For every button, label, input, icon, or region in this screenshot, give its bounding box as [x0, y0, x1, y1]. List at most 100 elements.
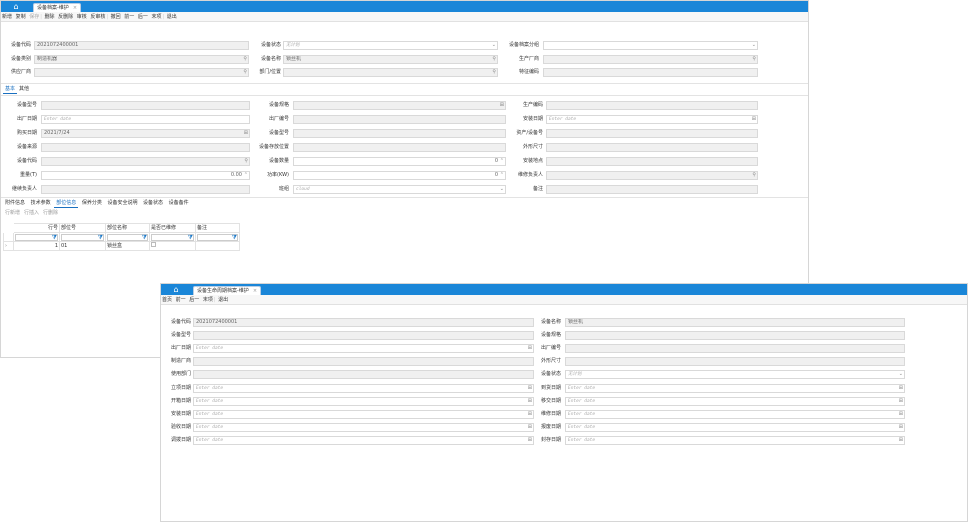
unapprove-button[interactable]: 反审核 [89, 12, 106, 21]
tab-other[interactable]: 其他 [17, 86, 31, 93]
basic-field-input[interactable] [546, 185, 758, 194]
filter-input[interactable]: ⧩ [151, 233, 194, 241]
equipment-code-input[interactable]: 2021072400001 [34, 41, 249, 50]
row-insert-button[interactable]: 行插入 [22, 210, 41, 217]
tab-equipment-archive[interactable]: 设备档案-维护 × [33, 3, 82, 12]
date-input[interactable]: Enter date ⊞ [193, 384, 534, 393]
feature-code-input[interactable] [543, 68, 758, 77]
basic-field-input[interactable]: ⊞ [293, 101, 506, 110]
row-delete-button[interactable]: 行删除 [41, 210, 60, 217]
table-row[interactable]: › 1 01 锁丝盒 [3, 241, 240, 251]
date-input[interactable]: Enter date ⊞ [193, 397, 534, 406]
exit-button[interactable]: 退出 [217, 295, 229, 304]
archive-group-select[interactable]: ⌄ [543, 41, 758, 50]
column-header[interactable]: 部位名称 [105, 223, 150, 233]
column-header[interactable]: 行号 [13, 223, 60, 233]
basic-field-input[interactable] [41, 101, 250, 110]
tab-basic[interactable]: 基本 [3, 86, 18, 94]
basic-field-input[interactable]: 0 ⌃ [293, 171, 506, 180]
date-input[interactable]: Enter date ⊞ [565, 410, 905, 419]
search-icon: ⚲ [492, 56, 496, 62]
equipment-category-input[interactable]: 制造机器 ⚲ [34, 55, 249, 64]
save-button[interactable]: 保存 [28, 12, 40, 21]
toolbar: 新增 复制 保存| 删除 反删除 审核 反审核| 撤回 前一 后一 末项| 退出 [1, 12, 808, 22]
last-button[interactable]: 末项 [150, 12, 162, 21]
lifecycle-field-input[interactable] [565, 331, 905, 340]
date-input[interactable]: Enter date ⊞ [565, 384, 905, 393]
date-input[interactable]: Enter date ⊞ [193, 410, 534, 419]
filter-input[interactable]: ⧩ [61, 233, 104, 241]
tab-parts[interactable]: 部位信息 [54, 200, 79, 208]
basic-field-input[interactable]: ⚲ [546, 171, 758, 180]
first-button[interactable]: 首页 [161, 295, 173, 304]
column-header[interactable]: 是否已维修 [149, 223, 196, 233]
row-add-button[interactable]: 行新增 [3, 210, 22, 217]
basic-field-input[interactable]: 0.00 ⌃ [41, 171, 250, 180]
prev-button[interactable]: 前一 [123, 12, 135, 21]
basic-field-input[interactable] [293, 143, 506, 152]
basic-field-input[interactable]: 0 ⌃ [293, 157, 506, 166]
basic-field-input[interactable]: cloud ⌄ [293, 185, 506, 194]
lifecycle-field-input[interactable] [193, 370, 534, 379]
tab-lifecycle-archive[interactable]: 设备生命周期档案-维护 × [193, 286, 262, 295]
department-input[interactable]: ⚲ [283, 68, 498, 77]
date-input[interactable]: Enter date ⊞ [565, 436, 905, 445]
date-input[interactable]: Enter date ⊞ [565, 423, 905, 432]
basic-field-input[interactable] [546, 129, 758, 138]
tab-tech-params[interactable]: 技术参数 [29, 200, 53, 207]
column-header[interactable]: 部位号 [59, 223, 106, 233]
copy-button[interactable]: 复制 [15, 12, 27, 21]
lifecycle-field-input[interactable]: 2021072400001 [193, 318, 534, 327]
tab-spare-parts[interactable]: 设备备件 [167, 200, 191, 207]
last-button[interactable]: 末项 [202, 295, 214, 304]
exit-button[interactable]: 退出 [166, 12, 178, 21]
chevron-down-icon: ⌄ [499, 186, 504, 192]
close-icon[interactable]: × [253, 287, 257, 295]
tab-safety[interactable]: 设备安全说明 [105, 200, 139, 207]
basic-field-input[interactable] [546, 143, 758, 152]
home-icon[interactable]: ⌂ [1, 1, 31, 12]
date-input[interactable]: Enter date ⊞ [193, 344, 534, 353]
lifecycle-field-input[interactable] [193, 357, 534, 366]
date-input[interactable]: Enter date ⊞ [565, 397, 905, 406]
filter-input[interactable]: ⧩ [197, 233, 238, 241]
lifecycle-field-input[interactable] [565, 357, 905, 366]
home-icon[interactable]: ⌂ [161, 284, 191, 295]
close-icon[interactable]: × [73, 4, 77, 12]
next-button[interactable]: 后一 [188, 295, 200, 304]
equipment-name-input[interactable]: 锁丝机 ⚲ [283, 55, 498, 64]
equipment-status-select[interactable]: 无计划 ⌄ [283, 41, 498, 50]
basic-field-input[interactable] [293, 115, 506, 124]
tab-maintenance-type[interactable]: 保养分类 [80, 200, 104, 207]
basic-field-input[interactable]: ⚲ [41, 157, 250, 166]
next-button[interactable]: 后一 [137, 12, 149, 21]
repaired-checkbox[interactable] [149, 241, 196, 251]
manufacturer-input[interactable]: ⚲ [543, 55, 758, 64]
basic-field-input[interactable] [546, 101, 758, 110]
basic-field-input[interactable] [41, 185, 250, 194]
filter-input[interactable]: ⧩ [15, 233, 58, 241]
date-input[interactable]: Enter date ⊞ [193, 423, 534, 432]
tab-status[interactable]: 设备状态 [141, 200, 165, 207]
undelete-button[interactable]: 反删除 [57, 12, 74, 21]
basic-field-input[interactable] [293, 129, 506, 138]
basic-field-input[interactable]: 2021/7/24 ⊞ [41, 129, 250, 138]
supplier-input[interactable]: ⚲ [34, 68, 249, 77]
basic-field-input[interactable] [546, 157, 758, 166]
column-header[interactable]: 备注 [195, 223, 240, 233]
lifecycle-field-input[interactable] [193, 331, 534, 340]
delete-button[interactable]: 删除 [44, 12, 56, 21]
date-input[interactable]: Enter date ⊞ [193, 436, 534, 445]
approve-button[interactable]: 审核 [76, 12, 88, 21]
basic-field-input[interactable]: Enter date ⊞ [546, 115, 758, 124]
basic-field-input[interactable] [41, 143, 250, 152]
tab-attachments[interactable]: 附件信息 [3, 200, 27, 207]
prev-button[interactable]: 前一 [175, 295, 187, 304]
lifecycle-field-input[interactable]: 锁丝机 [565, 318, 905, 327]
withdraw-button[interactable]: 撤回 [110, 12, 122, 21]
lifecycle-field-input[interactable] [565, 344, 905, 353]
lifecycle-field-input[interactable]: 无计划 ⌄ [565, 370, 905, 379]
filter-input[interactable]: ⧩ [107, 233, 148, 241]
basic-field-input[interactable]: Enter date [41, 115, 250, 124]
add-button[interactable]: 新增 [1, 12, 13, 21]
